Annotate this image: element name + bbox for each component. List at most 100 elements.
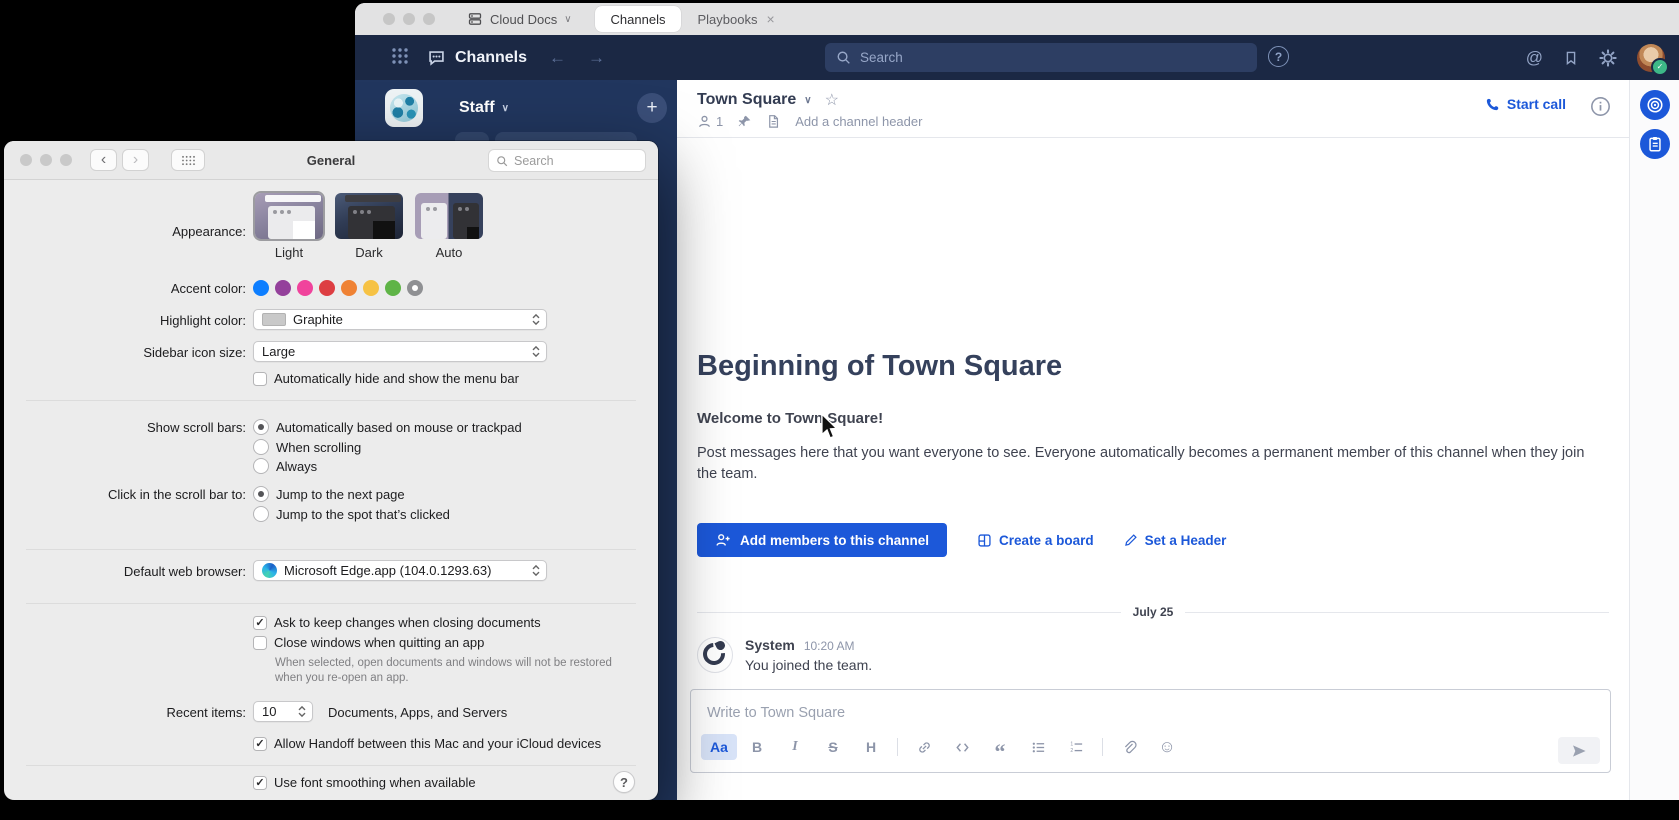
accent-color-orange[interactable] bbox=[341, 280, 357, 296]
channel-header: Town Square ∨ ☆ 1 bbox=[677, 80, 1629, 138]
search-input[interactable]: Search bbox=[825, 43, 1257, 72]
channel-header-placeholder[interactable]: Add a channel header bbox=[795, 114, 922, 129]
handoff-checkbox[interactable]: ✓ bbox=[253, 737, 267, 751]
keep-changes-checkbox[interactable]: ✓ bbox=[253, 616, 267, 630]
accent-color-pink[interactable] bbox=[297, 280, 313, 296]
zoom-window-button[interactable] bbox=[60, 154, 72, 166]
search-placeholder: Search bbox=[514, 154, 554, 168]
numbered-list-icon[interactable]: 12 bbox=[1058, 734, 1094, 760]
accent-color-red[interactable] bbox=[319, 280, 335, 296]
chevron-down-icon: ∨ bbox=[804, 95, 811, 106]
boards-icon[interactable] bbox=[1640, 90, 1670, 120]
add-members-button[interactable]: Add members to this channel bbox=[697, 523, 947, 557]
right-app-bar bbox=[1629, 80, 1679, 800]
send-button[interactable] bbox=[1558, 737, 1600, 764]
scroll-bars-radio-always[interactable] bbox=[253, 458, 269, 474]
start-call-label: Start call bbox=[1507, 96, 1566, 112]
back-icon[interactable]: ← bbox=[549, 48, 566, 68]
favorite-star-icon[interactable]: ☆ bbox=[825, 90, 839, 110]
close-windows-checkbox[interactable] bbox=[253, 636, 267, 650]
show-all-button[interactable] bbox=[171, 149, 205, 171]
add-channel-button[interactable]: + bbox=[637, 93, 667, 123]
start-call-button[interactable]: Start call bbox=[1485, 96, 1566, 112]
strikethrough-icon[interactable]: S bbox=[815, 734, 851, 760]
heading-icon[interactable]: H bbox=[853, 734, 889, 760]
mentions-icon[interactable]: @ bbox=[1526, 48, 1543, 68]
scroll-bars-radio-auto[interactable] bbox=[253, 419, 269, 435]
channel-info-button[interactable] bbox=[1590, 96, 1611, 120]
message-composer[interactable]: Write to Town Square Aa B I S H bbox=[690, 689, 1611, 773]
playbooks-icon[interactable] bbox=[1640, 129, 1670, 159]
close-window-button[interactable] bbox=[383, 13, 395, 25]
divider bbox=[26, 603, 636, 604]
italic-icon[interactable]: I bbox=[777, 734, 813, 760]
tab-channels[interactable]: Channels bbox=[595, 6, 682, 32]
recent-items-suffix: Documents, Apps, and Servers bbox=[328, 705, 507, 720]
scroll-click-radio-spot[interactable] bbox=[253, 506, 269, 522]
highlight-color-select[interactable]: Graphite bbox=[253, 309, 547, 330]
help-button[interactable]: ? bbox=[1268, 46, 1289, 67]
emoji-icon[interactable]: ☺ bbox=[1149, 734, 1185, 760]
default-browser-label: Default web browser: bbox=[124, 564, 246, 579]
message-author[interactable]: System bbox=[745, 637, 795, 653]
user-avatar[interactable]: ✓ bbox=[1637, 44, 1665, 72]
recent-items-select[interactable]: 10 bbox=[253, 701, 313, 722]
font-smoothing-option: ✓ Use font smoothing when available bbox=[253, 775, 476, 790]
close-window-button[interactable] bbox=[20, 154, 32, 166]
sidebar-icon-size-select[interactable]: Large bbox=[253, 341, 547, 362]
prefs-search-input[interactable]: Search bbox=[488, 149, 646, 172]
pinned-posts-icon[interactable] bbox=[737, 114, 752, 129]
default-browser-select[interactable]: Microsoft Edge.app (104.0.1293.63) bbox=[253, 560, 547, 581]
highlight-value: Graphite bbox=[293, 312, 525, 327]
server-icon bbox=[467, 11, 483, 27]
welcome-heading: Welcome to Town Square! bbox=[697, 410, 883, 427]
settings-gear-icon[interactable] bbox=[1599, 49, 1617, 67]
highlight-color-label: Highlight color: bbox=[160, 313, 246, 328]
accent-color-graphite[interactable] bbox=[407, 280, 423, 296]
chevron-down-icon: ∨ bbox=[502, 103, 509, 114]
bulleted-list-icon[interactable] bbox=[1020, 734, 1056, 760]
menu-bar-checkbox[interactable] bbox=[253, 372, 267, 386]
team-icon[interactable] bbox=[385, 89, 423, 127]
channel-view: Town Square ∨ ☆ 1 bbox=[677, 80, 1629, 800]
back-button[interactable]: ‹ bbox=[90, 149, 117, 171]
help-button[interactable]: ? bbox=[613, 771, 635, 793]
scroll-bars-radio-when-scrolling[interactable] bbox=[253, 439, 269, 455]
attachment-icon[interactable] bbox=[1111, 734, 1147, 760]
close-tab-icon[interactable]: × bbox=[766, 11, 774, 27]
create-board-button[interactable]: Create a board bbox=[977, 533, 1094, 548]
appearance-option-light[interactable] bbox=[255, 193, 323, 239]
saved-posts-icon[interactable] bbox=[1563, 50, 1579, 66]
blockquote-icon[interactable]: “ bbox=[982, 729, 1018, 765]
team-menu[interactable]: Staff ∨ bbox=[459, 99, 509, 117]
zoom-window-button[interactable] bbox=[423, 13, 435, 25]
accent-color-blue[interactable] bbox=[253, 280, 269, 296]
appearance-option-dark[interactable] bbox=[335, 193, 403, 239]
close-windows-option: Close windows when quitting an app bbox=[253, 635, 484, 650]
minimize-window-button[interactable] bbox=[403, 13, 415, 25]
appearance-option-auto[interactable] bbox=[415, 193, 483, 239]
product-switcher-button[interactable] bbox=[391, 47, 409, 68]
add-members-label: Add members to this channel bbox=[740, 533, 929, 548]
accent-color-yellow[interactable] bbox=[363, 280, 379, 296]
tab-label: Playbooks bbox=[697, 12, 757, 27]
accent-color-green[interactable] bbox=[385, 280, 401, 296]
formatting-toggle-button[interactable]: Aa bbox=[701, 734, 737, 760]
forward-button[interactable]: › bbox=[122, 149, 149, 171]
minimize-window-button[interactable] bbox=[40, 154, 52, 166]
server-menu[interactable]: Cloud Docs ∨ bbox=[467, 11, 572, 27]
set-header-button[interactable]: Set a Header bbox=[1124, 533, 1227, 548]
bold-icon[interactable]: B bbox=[739, 734, 775, 760]
date-divider-label[interactable]: July 25 bbox=[1133, 605, 1174, 619]
tab-playbooks[interactable]: Playbooks × bbox=[681, 6, 790, 32]
members-icon bbox=[697, 114, 712, 129]
member-count[interactable]: 1 bbox=[697, 114, 723, 129]
link-icon[interactable] bbox=[906, 734, 942, 760]
code-icon[interactable] bbox=[944, 734, 980, 760]
font-smoothing-checkbox[interactable]: ✓ bbox=[253, 776, 267, 790]
system-avatar bbox=[697, 637, 733, 673]
forward-icon[interactable]: → bbox=[588, 48, 605, 68]
accent-color-purple[interactable] bbox=[275, 280, 291, 296]
scroll-click-radio-next-page[interactable] bbox=[253, 486, 269, 502]
channel-files-icon[interactable] bbox=[766, 114, 781, 129]
